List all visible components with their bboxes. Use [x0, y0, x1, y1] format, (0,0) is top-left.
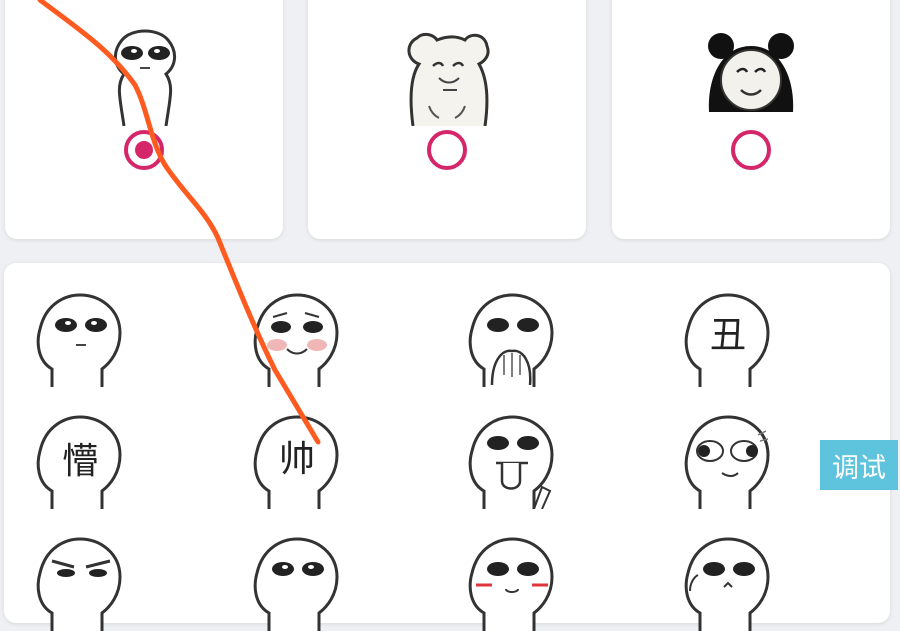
- shuai-face-icon[interactable]: 帅: [247, 411, 343, 509]
- tongue-out-face-icon[interactable]: [462, 411, 558, 509]
- blushing-face-icon[interactable]: [247, 289, 343, 387]
- chou-face-icon[interactable]: 丑: [678, 289, 774, 387]
- panda-head-sticker-icon: [703, 26, 799, 126]
- pack-radio-selected[interactable]: [124, 130, 164, 170]
- emoji-caption: 懵: [62, 441, 98, 482]
- sticker-pack-card-panda[interactable]: [612, 0, 890, 239]
- bear-sticker-icon: [399, 26, 495, 127]
- blush-cheeks-face-icon[interactable]: [462, 533, 558, 631]
- wide-eyed-face-icon[interactable]: [247, 533, 343, 631]
- bald-doll-sticker-icon: [96, 26, 192, 127]
- sticker-pack-card-bald-doll[interactable]: [5, 0, 283, 239]
- meng-face-icon[interactable]: 懵: [30, 411, 126, 509]
- hands-over-mouth-face-icon[interactable]: [462, 289, 558, 387]
- emoji-caption: 丑: [710, 315, 746, 356]
- debug-button[interactable]: 调试: [820, 440, 898, 490]
- worried-face-icon[interactable]: [678, 533, 774, 631]
- sticker-pack-card-bear[interactable]: [308, 0, 586, 239]
- emoji-grid-panel: 丑 懵 帅: [4, 263, 890, 631]
- emoji-caption: 帅: [279, 439, 315, 480]
- pack-radio[interactable]: [427, 130, 467, 170]
- side-eye-face-icon[interactable]: [678, 411, 774, 509]
- blank-stare-face-icon[interactable]: [30, 289, 126, 387]
- smug-face-icon[interactable]: [30, 533, 126, 631]
- pack-radio[interactable]: [731, 130, 771, 170]
